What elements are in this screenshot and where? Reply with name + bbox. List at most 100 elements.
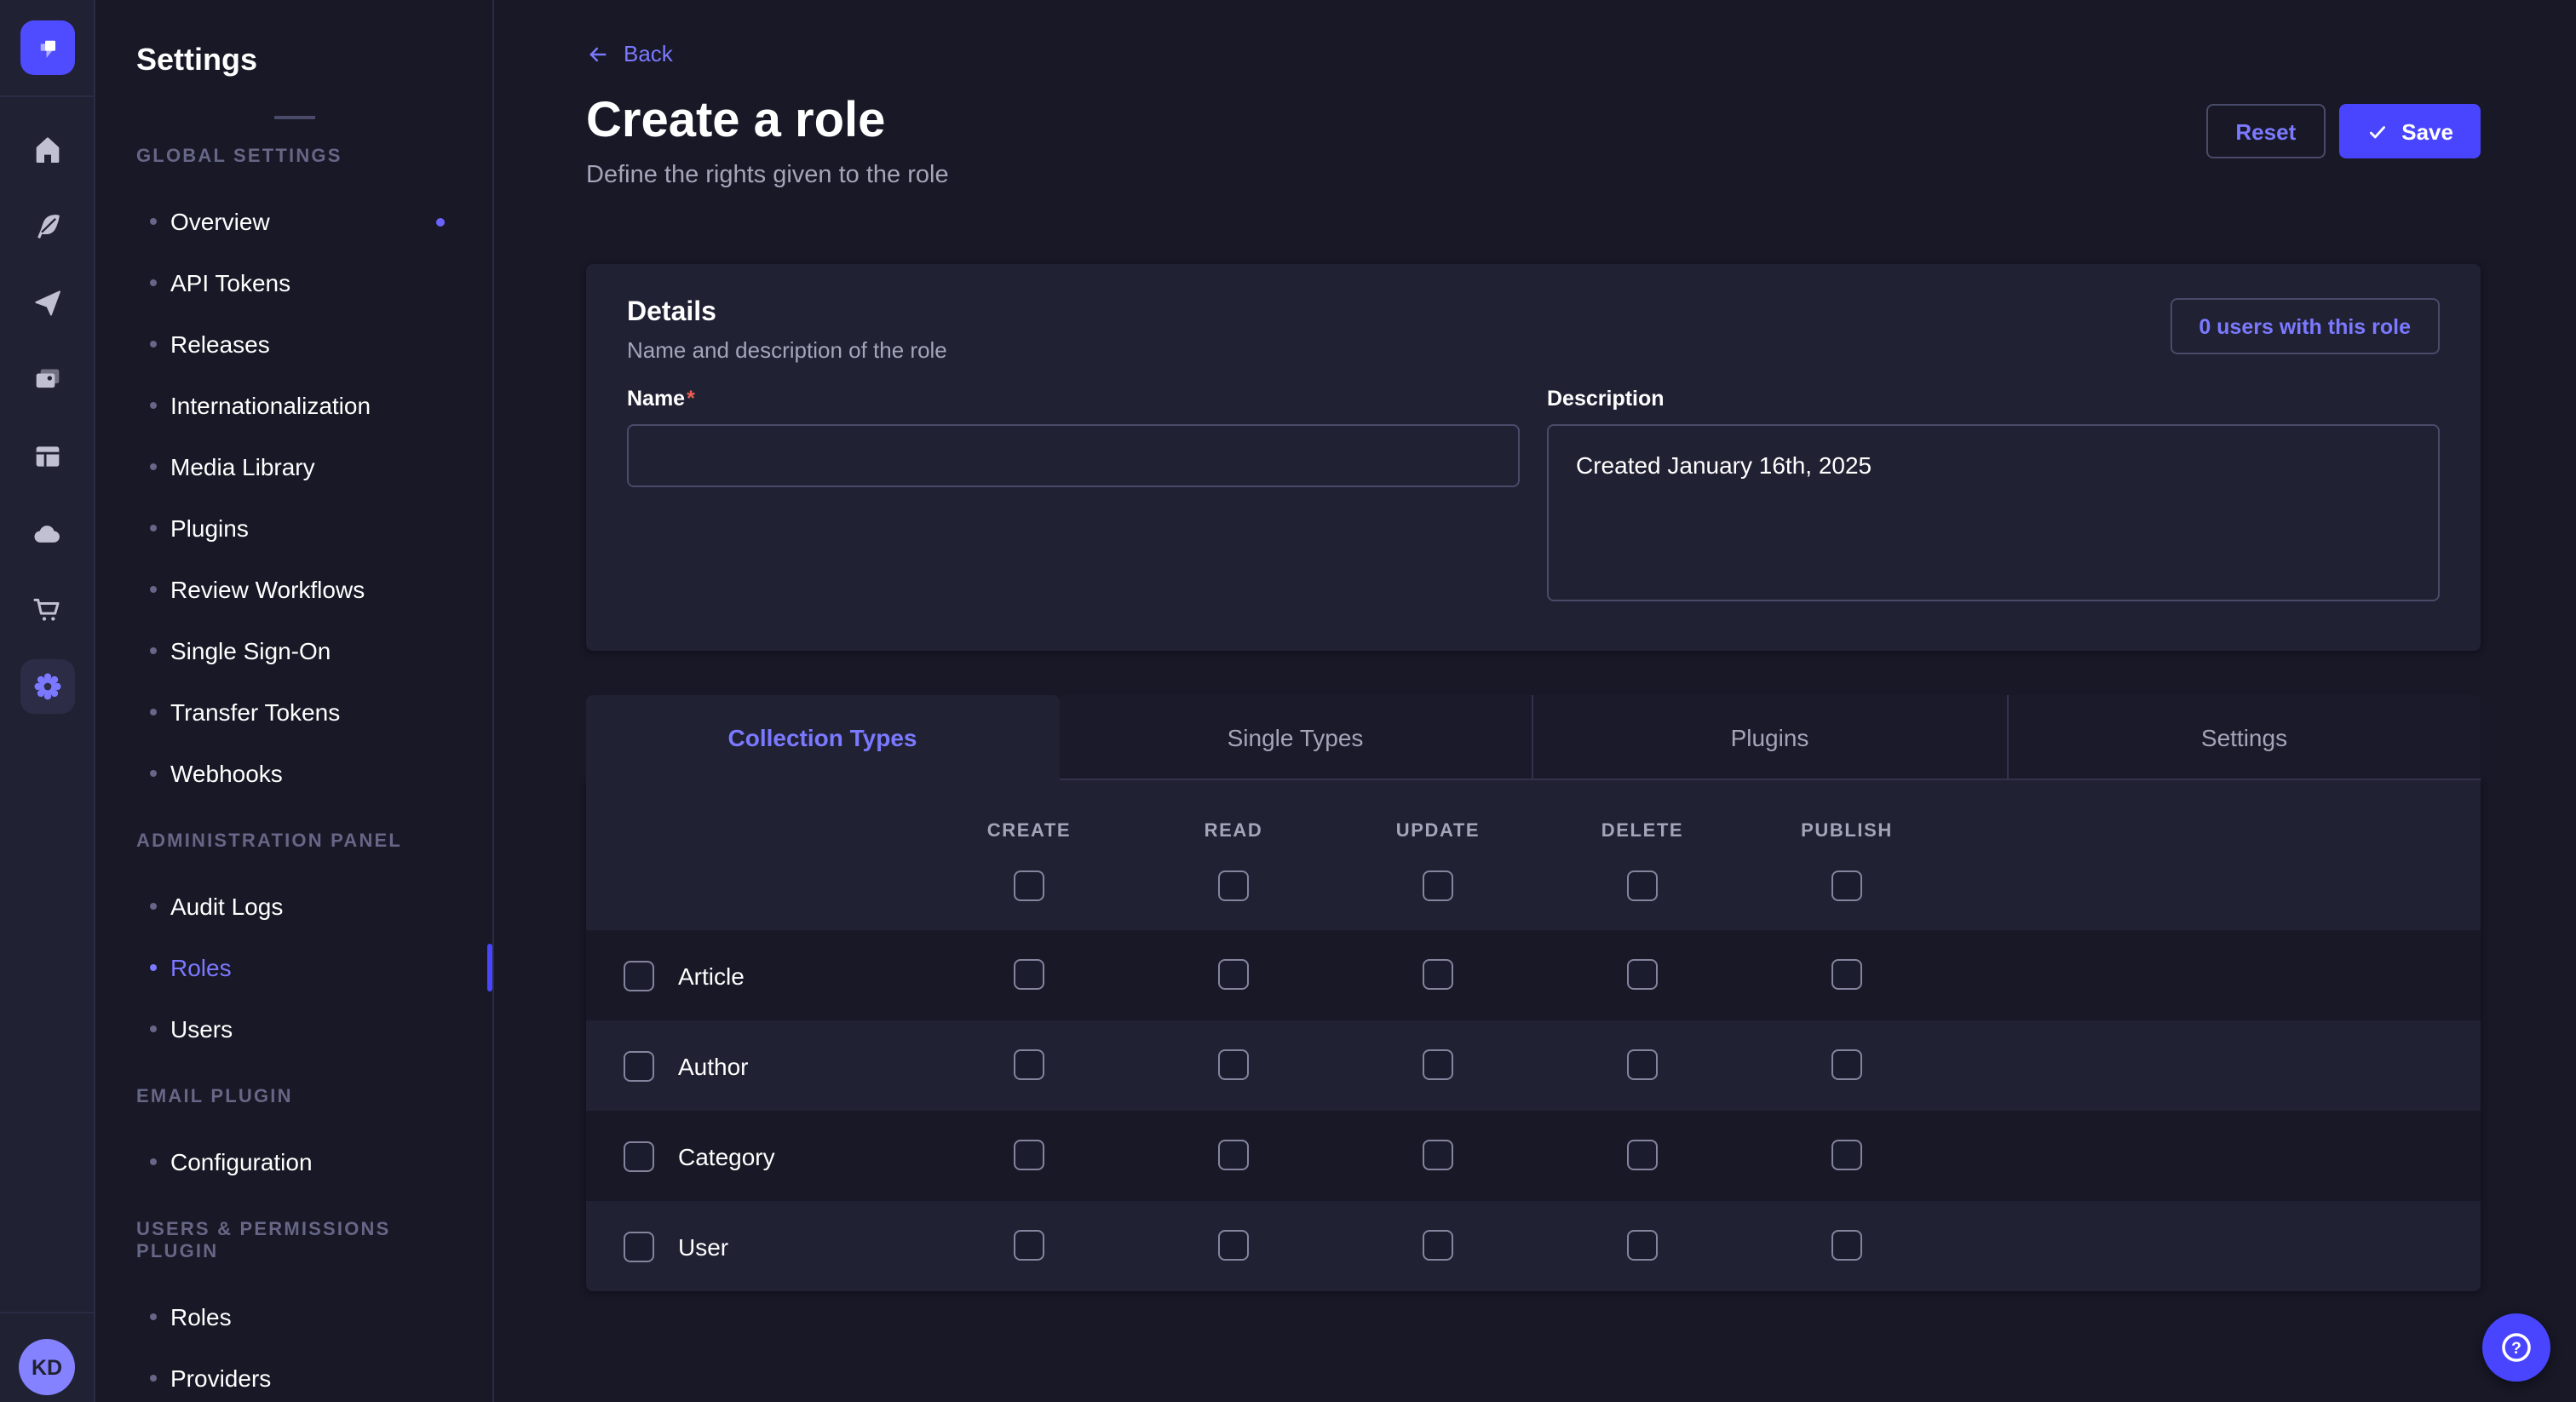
user-create-checkbox[interactable] — [1014, 1230, 1044, 1261]
article-delete-checkbox[interactable] — [1627, 959, 1658, 990]
sidebar-item-audit-logs[interactable]: Audit Logs — [136, 876, 451, 937]
category-publish-checkbox[interactable] — [1831, 1140, 1862, 1170]
sidebar-item-api-tokens[interactable]: API Tokens — [136, 252, 451, 313]
sidebar-item-plugins[interactable]: Plugins — [136, 497, 451, 559]
details-card-header: Details Name and description of the role… — [627, 298, 2440, 363]
cloud-icon[interactable] — [20, 506, 74, 560]
tab-plugins[interactable]: Plugins — [1532, 695, 2006, 780]
sidebar-item-review-workflows[interactable]: Review Workflows — [136, 559, 451, 620]
user-publish-checkbox[interactable] — [1831, 1230, 1862, 1261]
author-create-checkbox[interactable] — [1014, 1049, 1044, 1080]
strapi-admin: KD Settings GLOBAL SETTINGS Overview API… — [0, 0, 2576, 1402]
help-button[interactable]: ? — [2482, 1313, 2550, 1382]
layout-dashboard-icon[interactable] — [20, 429, 74, 484]
bullet-icon — [150, 1313, 157, 1320]
bullet-icon — [150, 1375, 157, 1382]
rail-footer: KD — [0, 1312, 94, 1402]
active-indicator — [487, 944, 492, 991]
row-select-checkbox[interactable] — [624, 1141, 654, 1171]
sidebar-item-providers[interactable]: Providers — [136, 1347, 451, 1402]
content-feather-icon[interactable] — [20, 199, 74, 254]
main-content: Back Create a role Define the rights giv… — [494, 0, 2576, 1402]
subnav-divider — [273, 116, 314, 119]
sidebar-item-webhooks[interactable]: Webhooks — [136, 743, 451, 804]
select-all-publish-checkbox[interactable] — [1831, 871, 1862, 901]
header-actions: Reset Save — [2206, 104, 2481, 158]
column-header-update: UPDATE — [1396, 821, 1480, 842]
check-icon — [2366, 120, 2388, 142]
table-row-user: User — [586, 1201, 2481, 1291]
sidebar-item-configuration[interactable]: Configuration — [136, 1131, 451, 1192]
svg-text:?: ? — [2511, 1340, 2521, 1358]
table-row-category: Category — [586, 1111, 2481, 1201]
article-read-checkbox[interactable] — [1218, 959, 1249, 990]
tab-collection-types[interactable]: Collection Types — [586, 695, 1059, 780]
article-update-checkbox[interactable] — [1423, 959, 1453, 990]
bullet-icon — [150, 770, 157, 777]
send-plane-icon[interactable] — [20, 276, 74, 330]
user-update-checkbox[interactable] — [1423, 1230, 1453, 1261]
table-row-author: Author — [586, 1020, 2481, 1111]
sidebar-item-releases[interactable]: Releases — [136, 313, 451, 375]
sidebar-item-media-library[interactable]: Media Library — [136, 436, 451, 497]
category-delete-checkbox[interactable] — [1627, 1140, 1658, 1170]
section-label: GLOBAL SETTINGS — [136, 147, 451, 169]
user-read-checkbox[interactable] — [1218, 1230, 1249, 1261]
tab-single-types[interactable]: Single Types — [1059, 695, 1532, 780]
row-label: Article — [678, 962, 745, 989]
reset-button[interactable]: Reset — [2206, 104, 2325, 158]
sidebar-item-internationalization[interactable]: Internationalization — [136, 375, 451, 436]
permissions-tabs: Collection Types Single Types Plugins Se… — [586, 695, 2481, 780]
column-header-read: READ — [1205, 821, 1263, 842]
home-icon[interactable] — [20, 123, 74, 177]
strapi-logo-icon[interactable] — [20, 20, 74, 75]
row-label: User — [678, 1232, 728, 1260]
row-select-checkbox[interactable] — [624, 1231, 654, 1261]
sidebar-item-users[interactable]: Users — [136, 998, 451, 1060]
category-create-checkbox[interactable] — [1014, 1140, 1044, 1170]
sidebar-item-roles-up[interactable]: Roles — [136, 1286, 451, 1347]
category-read-checkbox[interactable] — [1218, 1140, 1249, 1170]
sidebar-item-roles-admin[interactable]: Roles — [136, 937, 451, 998]
table-row-article: Article — [586, 930, 2481, 1020]
article-create-checkbox[interactable] — [1014, 959, 1044, 990]
select-all-update-checkbox[interactable] — [1423, 871, 1453, 901]
settings-gear-icon[interactable] — [20, 659, 74, 714]
row-select-checkbox[interactable] — [624, 960, 654, 991]
name-label: Name* — [627, 387, 1520, 411]
author-publish-checkbox[interactable] — [1831, 1049, 1862, 1080]
article-publish-checkbox[interactable] — [1831, 959, 1862, 990]
description-textarea[interactable]: Created January 16th, 2025 — [1547, 424, 2440, 601]
name-field-group: Name* — [627, 387, 1520, 610]
row-select-checkbox[interactable] — [624, 1050, 654, 1081]
marketplace-cart-icon[interactable] — [20, 583, 74, 637]
section-label: ADMINISTRATION PANEL — [136, 831, 451, 853]
permissions-panel: CREATE READ UPDATE DELETE PUBLISH Articl… — [586, 780, 2481, 1291]
user-delete-checkbox[interactable] — [1627, 1230, 1658, 1261]
bullet-icon — [150, 525, 157, 531]
category-update-checkbox[interactable] — [1423, 1140, 1453, 1170]
sidebar-item-single-sign-on[interactable]: Single Sign-On — [136, 620, 451, 681]
author-update-checkbox[interactable] — [1423, 1049, 1453, 1080]
media-library-icon[interactable] — [20, 353, 74, 407]
sidebar-item-overview[interactable]: Overview — [136, 191, 451, 252]
tab-settings[interactable]: Settings — [2006, 695, 2481, 780]
author-read-checkbox[interactable] — [1218, 1049, 1249, 1080]
details-subtitle: Name and description of the role — [627, 337, 947, 363]
section-label: EMAIL PLUGIN — [136, 1087, 451, 1109]
arrow-left-icon — [586, 42, 610, 66]
users-with-role-button[interactable]: 0 users with this role — [2170, 298, 2440, 354]
bullet-icon — [150, 463, 157, 470]
back-link[interactable]: Back — [586, 41, 673, 66]
sidebar-item-transfer-tokens[interactable]: Transfer Tokens — [136, 681, 451, 743]
bullet-icon — [150, 709, 157, 715]
subnav-title: Settings — [136, 41, 451, 78]
select-all-create-checkbox[interactable] — [1014, 871, 1044, 901]
save-button[interactable]: Save — [2338, 104, 2481, 158]
author-delete-checkbox[interactable] — [1627, 1049, 1658, 1080]
user-avatar[interactable]: KD — [19, 1339, 75, 1395]
select-all-read-checkbox[interactable] — [1218, 871, 1249, 901]
select-all-delete-checkbox[interactable] — [1627, 871, 1658, 901]
name-input[interactable] — [627, 424, 1520, 487]
bullet-icon — [150, 1158, 157, 1165]
